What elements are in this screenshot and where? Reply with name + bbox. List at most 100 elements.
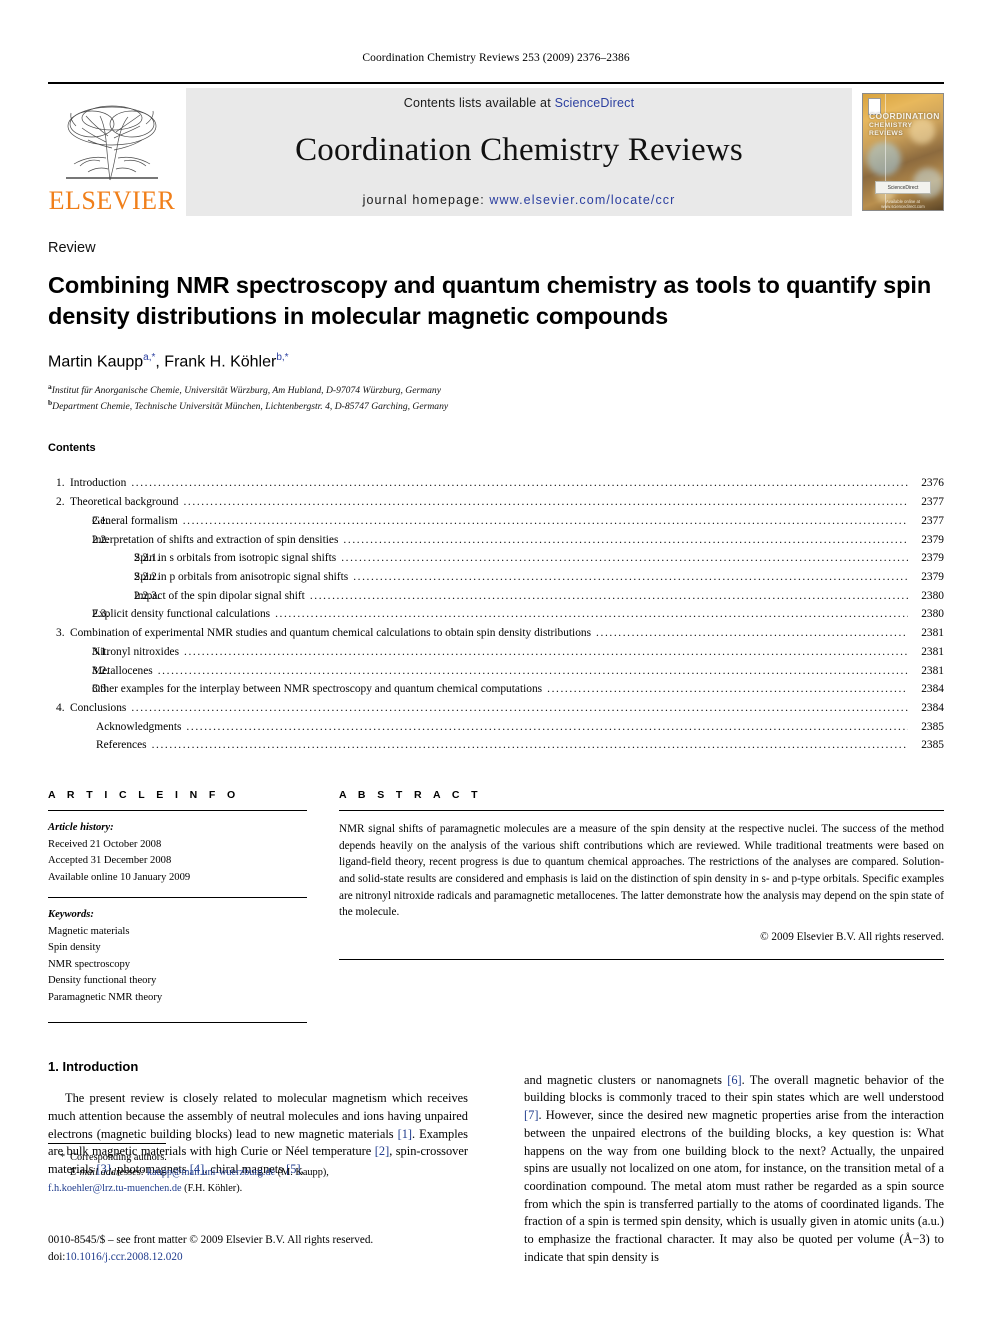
toc-entry[interactable]: 2.2.2. Spin in p orbitals from anisotropi… — [48, 568, 944, 587]
toc-entry-page: 2381 — [921, 664, 944, 677]
author-list: Martin Kauppa,*, Frank H. Köhlerb,* — [48, 352, 944, 371]
toc-leader-dots: ........................................… — [596, 627, 908, 640]
citation-reference[interactable]: [7] — [524, 1108, 538, 1122]
affiliation-text: Department Chemie, Technische Universitä… — [52, 401, 449, 413]
toc-entry-label: Nitronyl nitroxides — [92, 645, 180, 658]
toc-entry[interactable]: 1. Introduction..........................… — [48, 474, 944, 493]
email-label: E-mail addresses: — [70, 1167, 145, 1179]
toc-entry[interactable]: References..............................… — [48, 736, 944, 755]
toc-leader-dots: ........................................… — [183, 496, 908, 509]
footnote-rule — [48, 1143, 166, 1144]
abstract-text: NMR signal shifts of paramagnetic molecu… — [339, 823, 944, 919]
contents-lists-line: Contents lists available at ScienceDirec… — [404, 96, 635, 110]
article-history: Article history: Received 21 October 200… — [48, 820, 307, 886]
toc-entry[interactable]: 3.1. Nitronyl nitroxides.................… — [48, 643, 944, 662]
toc-entry-label: Theoretical background — [70, 496, 179, 509]
toc-entry[interactable]: 2.2.1. Spin in s orbitals from isotropic … — [48, 549, 944, 568]
toc-entry-number: 4. — [56, 701, 65, 714]
toc-entry[interactable]: 3.2. Metallocenes........................… — [48, 662, 944, 681]
article-history-label: Article history: — [48, 822, 114, 834]
keywords-label: Keywords: — [48, 909, 94, 921]
doi-label: doi: — [48, 1250, 66, 1263]
toc-entry-page: 2379 — [921, 533, 944, 546]
toc-entry[interactable]: 3.3. Other examples for the interplay bet… — [48, 680, 944, 699]
toc-entry[interactable]: 2.3. Explicit density functional calculat… — [48, 605, 944, 624]
toc-entry-label: Metallocenes — [92, 664, 153, 677]
toc-entry[interactable]: 3. Combination of experimental NMR studie… — [48, 624, 944, 643]
author-separator: , — [155, 353, 165, 371]
cover-title: COORDINATION CHEMISTRY REVIEWS — [869, 111, 940, 137]
affiliation-text: Institut für Anorganische Chemie, Univer… — [51, 385, 441, 397]
affiliation-item: bDepartment Chemie, Technische Universit… — [48, 398, 944, 414]
asterisk-icon: * — [60, 1152, 66, 1163]
elsevier-wordmark: ELSEVIER — [48, 186, 176, 215]
journal-homepage-line: journal homepage: www.elsevier.com/locat… — [363, 193, 676, 207]
paragraph-text: . However, since the desired new magneti… — [524, 1108, 944, 1264]
toc-entry-number: 3.1. — [92, 645, 110, 658]
toc-entry[interactable]: 2.1. General formalism...................… — [48, 512, 944, 531]
toc-entry-number: 1. — [56, 477, 65, 490]
toc-leader-dots: ........................................… — [186, 720, 908, 733]
toc-entry-label: Other examples for the interplay between… — [92, 683, 543, 696]
toc-entry-number: 3. — [56, 627, 65, 640]
author-affiliation-marker: b,* — [276, 351, 289, 363]
toc-entry[interactable]: Acknowledgments.........................… — [48, 718, 944, 737]
toc-entry-label: Impact of the spin dipolar signal shift — [134, 589, 305, 602]
doi-line: doi:10.1016/j.ccr.2008.12.020 — [48, 1249, 518, 1266]
toc-entry-number: 3.3. — [92, 683, 110, 696]
toc-entry-page: 2381 — [921, 645, 944, 658]
toc-entry[interactable]: 4. Conclusions...........................… — [48, 699, 944, 718]
toc-entry-label: References — [96, 739, 147, 752]
toc-entry[interactable]: 2.2.3. Impact of the spin dipolar signal … — [48, 587, 944, 606]
section-heading-introduction: 1. Introduction — [48, 1059, 139, 1075]
toc-entry-number: 2.3. — [92, 608, 110, 621]
toc-entry[interactable]: 2.2. Interpretation of shifts and extract… — [48, 531, 944, 550]
email-owner-2: (F.H. Köhler). — [184, 1182, 243, 1194]
journal-homepage-label: journal homepage: — [362, 192, 485, 207]
body-column-right: and magnetic clusters or nanomagnets [6]… — [524, 1059, 944, 1279]
info-abstract-block: A R T I C L E I N F O Article history: R… — [48, 789, 944, 1024]
divider — [48, 1022, 307, 1024]
article-info-label: A R T I C L E I N F O — [48, 789, 240, 802]
citation-reference[interactable]: [1] — [398, 1127, 412, 1141]
toc-entry-page: 2377 — [921, 514, 944, 527]
keyword-item: Magnetic materials — [48, 925, 130, 937]
citation-reference[interactable]: [6] — [727, 1073, 741, 1087]
toc-entry-number: 2. — [56, 496, 65, 509]
keyword-item: Spin density — [48, 942, 101, 954]
toc-entry-label: Spin in p orbitals from anisotropic sign… — [134, 571, 349, 583]
divider — [339, 959, 944, 961]
email-address-2[interactable]: f.h.koehler@lrz.tu-muenchen.de — [48, 1183, 182, 1194]
journal-homepage-url[interactable]: www.elsevier.com/locate/ccr — [489, 193, 675, 207]
toc-entry-page: 2379 — [921, 552, 944, 565]
toc-entry-number: 2.2.1. — [134, 552, 160, 565]
toc-entry-label: Explicit density functional calculations — [92, 608, 271, 621]
footnote-area: * Corresponding authors. E-mail addresses… — [48, 1143, 468, 1196]
divider — [48, 810, 307, 812]
corresponding-line: * Corresponding authors. — [48, 1150, 468, 1165]
toc-leader-dots: ........................................… — [353, 571, 908, 583]
issn-line: 0010-8545/$ – see front matter © 2009 El… — [48, 1234, 374, 1246]
table-of-contents: 1. Introduction..........................… — [48, 474, 944, 755]
toc-entry-page: 2384 — [921, 683, 944, 696]
journal-masthead: ELSEVIER Contents lists available at Sci… — [48, 82, 944, 218]
toc-entry-number: 2.2.3. — [134, 589, 160, 602]
page-title: Combining NMR spectroscopy and quantum c… — [48, 272, 932, 330]
toc-entry-page: 2377 — [921, 496, 944, 509]
email-address-1[interactable]: kaupp@mail.uni-wuerzburg.de — [147, 1167, 275, 1178]
toc-entry-number: 3.2. — [92, 664, 110, 677]
sciencedirect-link[interactable]: ScienceDirect — [555, 96, 635, 110]
toc-entry[interactable]: 2. Theoretical background................… — [48, 493, 944, 512]
doi-value[interactable]: 10.1016/j.ccr.2008.12.020 — [65, 1251, 182, 1263]
toc-leader-dots: ........................................… — [547, 683, 908, 696]
toc-entry-label: Acknowledgments — [96, 720, 182, 733]
toc-leader-dots: ........................................… — [343, 533, 908, 546]
toc-entry-label: Interpretation of shifts and extraction … — [92, 533, 339, 546]
toc-entry-page: 2385 — [921, 739, 944, 752]
abstract-copyright: © 2009 Elsevier B.V. All rights reserved… — [760, 931, 944, 944]
history-item: Received 21 October 2008 — [48, 838, 162, 850]
intro-paragraph-right: and magnetic clusters or nanomagnets [6]… — [524, 1072, 944, 1267]
toc-entry-number: 2.2.2. — [134, 571, 160, 583]
toc-leader-dots: ........................................… — [131, 477, 908, 490]
toc-entry-page: 2376 — [921, 477, 944, 490]
